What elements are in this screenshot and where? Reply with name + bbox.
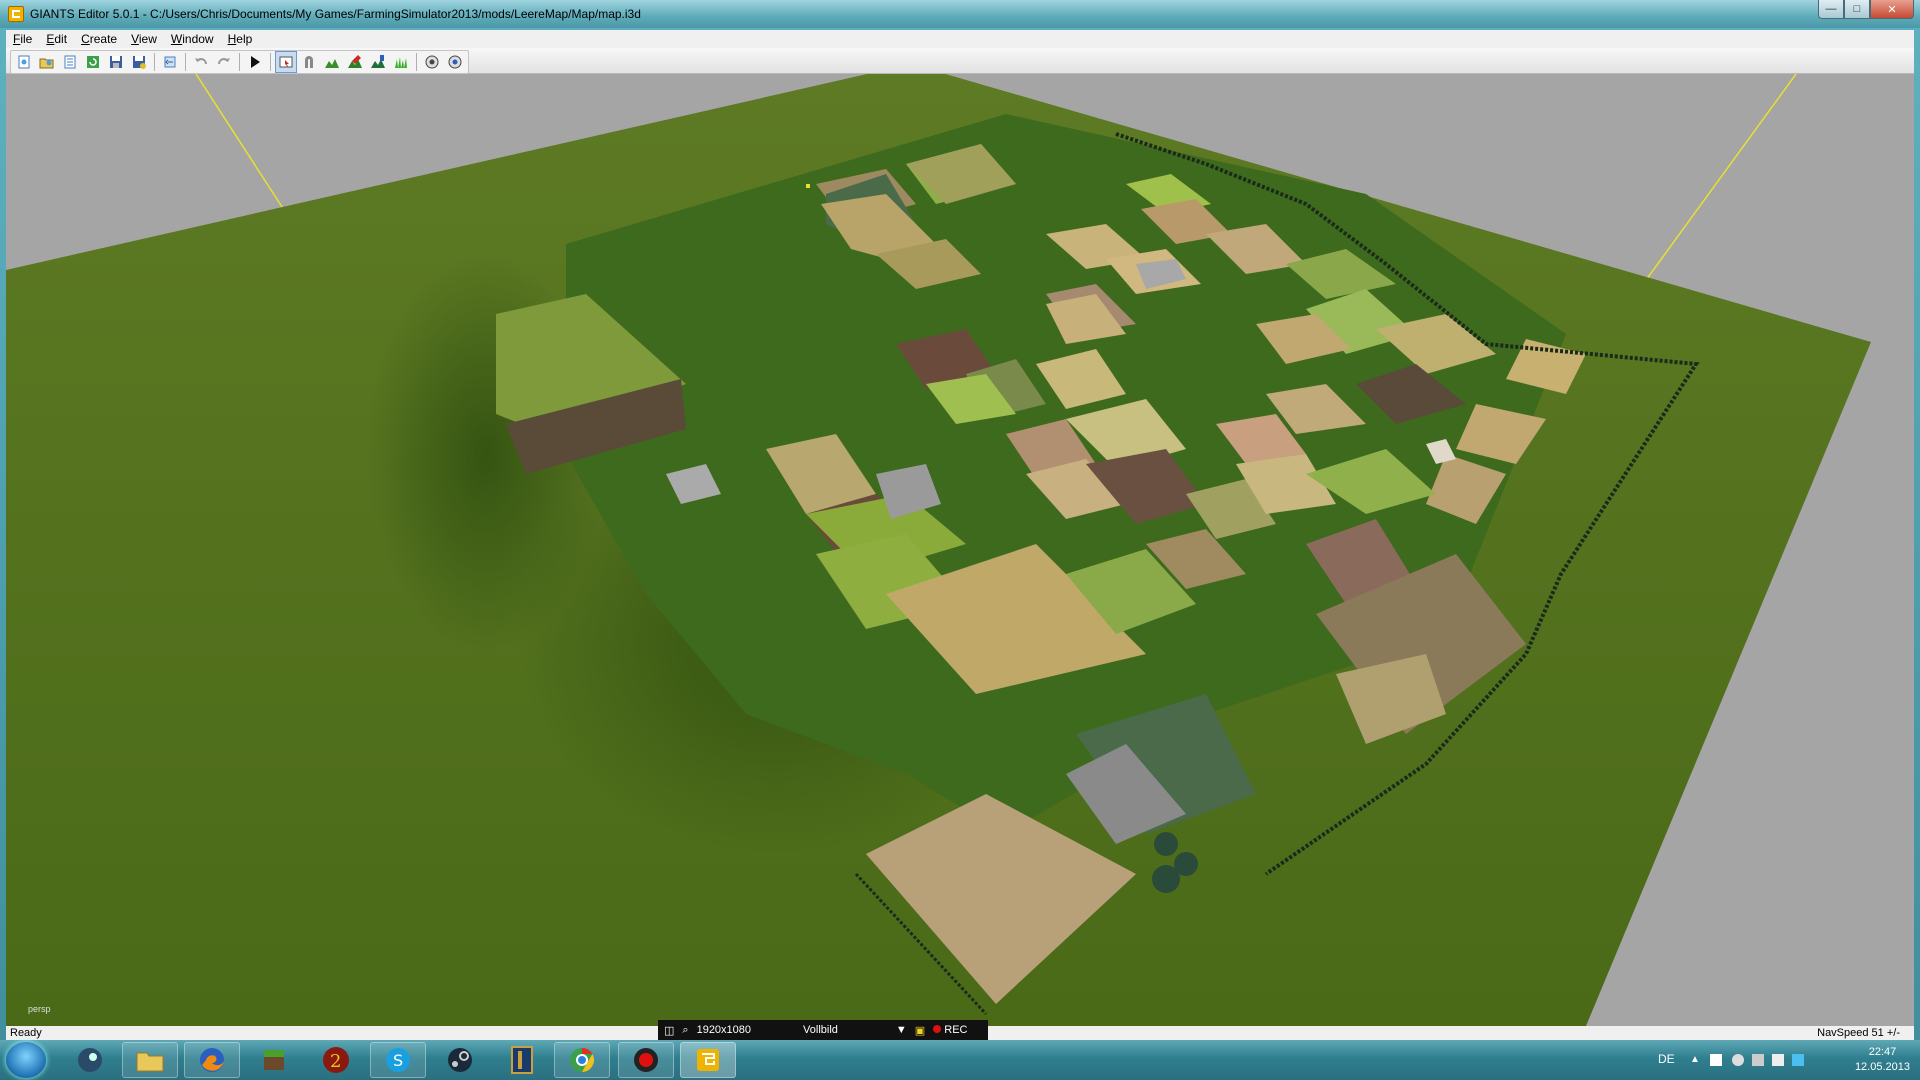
- skype-icon[interactable]: S: [370, 1042, 426, 1078]
- menu-view[interactable]: View: [124, 32, 164, 46]
- toolbar-group: [10, 50, 469, 74]
- undo-icon[interactable]: [190, 51, 212, 73]
- toolbar-separator: [185, 53, 186, 71]
- new-icon[interactable]: [13, 51, 35, 73]
- rec-indicator[interactable]: REC: [933, 1024, 967, 1036]
- menu-bar: File Edit Create View Window Help: [6, 30, 1914, 48]
- recorder-icon[interactable]: [618, 1042, 674, 1078]
- import-icon[interactable]: [59, 51, 81, 73]
- camera-icon[interactable]: ▣: [915, 1024, 925, 1037]
- toolbar-separator: [416, 53, 417, 71]
- chrome-icon[interactable]: [554, 1042, 610, 1078]
- nav-speed: NavSpeed 51 +/-: [1817, 1027, 1900, 1039]
- menu-create[interactable]: Create: [74, 32, 124, 46]
- toolbar-separator: [270, 53, 271, 71]
- menu-help-key: H: [227, 32, 237, 46]
- play-icon[interactable]: [244, 51, 266, 73]
- dropbox-icon[interactable]: [1792, 1054, 1804, 1066]
- window-title: GIANTS Editor 5.0.1 - C:/Users/Chris/Doc…: [30, 7, 641, 21]
- menu-create-key: C: [81, 32, 90, 46]
- menu-help-rest: elp: [236, 32, 253, 46]
- shader-alt-icon[interactable]: [444, 51, 466, 73]
- editor-window: GIANTS Editor 5.0.1 - C:/Users/Chris/Doc…: [0, 0, 1920, 1040]
- open-icon[interactable]: [36, 51, 58, 73]
- menu-edit-rest: dit: [54, 32, 68, 46]
- camera-label: persp: [28, 1004, 51, 1014]
- resize-icon[interactable]: ◫: [664, 1024, 674, 1037]
- recorder-bar: ◫ ⌕ 1920x1080 Vollbild ▼ ▣ REC: [658, 1020, 988, 1040]
- window-controls: — □ ✕: [1818, 0, 1914, 20]
- svg-text:S: S: [393, 1051, 403, 1070]
- menu-window[interactable]: Window: [164, 32, 221, 46]
- system-tray: DE ▲ 22:47 12.05.2013: [1600, 1040, 1920, 1080]
- clock[interactable]: 22:47 12.05.2013: [1855, 1045, 1910, 1075]
- menu-window-key: W: [170, 32, 183, 46]
- network-icon[interactable]: [1752, 1054, 1764, 1066]
- reload-icon[interactable]: [82, 51, 104, 73]
- foliage-paint-icon[interactable]: [367, 51, 389, 73]
- svg-text:2: 2: [330, 1051, 341, 1072]
- save-all-icon[interactable]: [128, 51, 150, 73]
- league-icon[interactable]: [494, 1042, 550, 1078]
- menu-help[interactable]: Help: [221, 32, 260, 46]
- menu-create-rest: reate: [89, 32, 118, 46]
- menu-file-rest: ile: [20, 32, 33, 46]
- giants-app-icon: [8, 6, 24, 22]
- clock-time: 22:47: [1868, 1046, 1897, 1058]
- close-button[interactable]: ✕: [1870, 0, 1914, 19]
- maximize-button[interactable]: □: [1844, 0, 1870, 19]
- redo-icon[interactable]: [213, 51, 235, 73]
- menu-view-key: V: [131, 32, 139, 46]
- start-button[interactable]: [6, 1042, 46, 1078]
- minimize-button[interactable]: —: [1818, 0, 1844, 19]
- shader-icon[interactable]: [421, 51, 443, 73]
- reset-icon[interactable]: [159, 51, 181, 73]
- firefox-icon[interactable]: [184, 1042, 240, 1078]
- action-center-icon[interactable]: [1710, 1054, 1722, 1066]
- title-bar[interactable]: GIANTS Editor 5.0.1 - C:/Users/Chris/Doc…: [0, 0, 1920, 28]
- tray-app-icon[interactable]: [1732, 1054, 1744, 1066]
- menu-file[interactable]: File: [6, 32, 39, 46]
- recording-resolution: 1920x1080: [696, 1024, 752, 1036]
- save-icon[interactable]: [105, 51, 127, 73]
- terrain-sculpt-icon[interactable]: [321, 51, 343, 73]
- toolbar-separator: [154, 53, 155, 71]
- tray-expand-icon[interactable]: ▲: [1690, 1054, 1702, 1066]
- silo: [1154, 832, 1178, 856]
- move-mode-icon[interactable]: [298, 51, 320, 73]
- steam-icon[interactable]: [432, 1042, 488, 1078]
- steam-like-icon[interactable]: [62, 1042, 118, 1078]
- light-marker: [806, 184, 810, 188]
- silo: [1152, 865, 1180, 893]
- magnifier-icon[interactable]: ⌕: [682, 1024, 688, 1037]
- guild-wars-2-icon[interactable]: 2: [308, 1042, 364, 1078]
- terrain-paint-icon[interactable]: [344, 51, 366, 73]
- giants-editor-icon[interactable]: [680, 1042, 736, 1078]
- language-indicator[interactable]: DE: [1658, 1052, 1675, 1066]
- grass-paint-icon[interactable]: [390, 51, 412, 73]
- rec-dot-icon: [933, 1025, 942, 1033]
- minecraft-icon[interactable]: [246, 1042, 302, 1078]
- status-text: Ready: [10, 1027, 42, 1039]
- recording-mode-select[interactable]: Vollbild: [803, 1024, 838, 1036]
- explorer-icon[interactable]: [122, 1042, 178, 1078]
- volume-icon[interactable]: [1772, 1054, 1784, 1066]
- clock-date: 12.05.2013: [1854, 1061, 1910, 1073]
- menu-edit[interactable]: Edit: [39, 32, 74, 46]
- main-toolbar: [6, 48, 1914, 74]
- taskbar: 2 S DE ▲ 22:47 12.05.2013: [0, 1040, 1920, 1080]
- terrain-scene[interactable]: [6, 74, 1914, 1026]
- menu-view-rest: iew: [138, 32, 157, 46]
- toolbar-separator: [239, 53, 240, 71]
- 3d-viewport[interactable]: persp: [6, 74, 1914, 1026]
- chevron-down-icon[interactable]: ▼: [896, 1024, 907, 1036]
- select-mode-icon[interactable]: [275, 51, 297, 73]
- rec-label: REC: [944, 1024, 968, 1036]
- menu-window-rest: indow: [182, 32, 214, 46]
